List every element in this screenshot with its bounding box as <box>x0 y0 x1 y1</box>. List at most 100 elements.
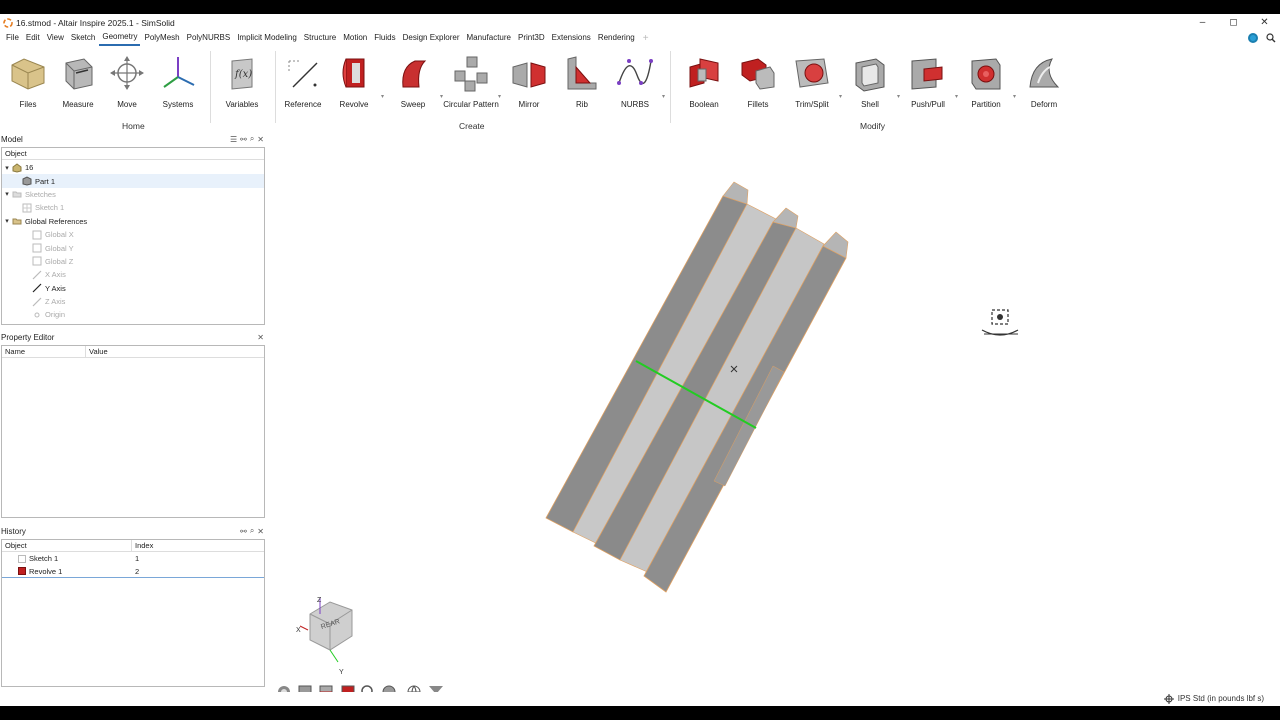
view-cube[interactable]: REAR Z X Y <box>296 597 353 676</box>
svg-text:f(x): f(x) <box>234 69 252 80</box>
move-icon <box>110 56 144 90</box>
systems-tool[interactable]: Systems <box>150 53 206 109</box>
history-row[interactable]: Sketch 1 1 <box>2 552 264 565</box>
variables-icon: f(x) <box>231 58 253 90</box>
model-panel-tools: ☰ ⚯ ⌕ ✕ <box>230 132 264 146</box>
model-panel-title: Model <box>1 134 23 144</box>
nurbs-tool[interactable]: NURBS ▾ <box>607 53 665 109</box>
menu-right-tools <box>1248 31 1276 45</box>
fillets-icon <box>741 58 775 90</box>
menu-design-explorer[interactable]: Design Explorer <box>400 31 463 45</box>
history-browser: Object Index Sketch 1 1 Revolve 1 2 <box>1 539 265 687</box>
search-icon[interactable] <box>1266 33 1276 43</box>
menu-implicit-modeling[interactable]: Implicit Modeling <box>234 31 300 45</box>
menu-polymesh[interactable]: PolyMesh <box>141 31 182 45</box>
tree-row-part-1[interactable]: Part 1 <box>2 174 264 188</box>
menu-view[interactable]: View <box>44 31 67 45</box>
menu-structure[interactable]: Structure <box>301 31 339 45</box>
binoculars-icon[interactable]: ⚯ <box>240 527 247 536</box>
z-axis-label: Z <box>317 597 322 604</box>
measure-tool[interactable]: Measure <box>50 53 106 109</box>
tree-row-origin[interactable]: Origin <box>2 308 264 321</box>
axis-icon <box>32 297 42 307</box>
model-browser: Object ▾ 16 Part 1 ▾ Sketches Sketch 1 ▾… <box>1 147 265 325</box>
close-icon[interactable]: ✕ <box>257 135 264 144</box>
menu-edit[interactable]: Edit <box>23 31 43 45</box>
app-window: 16.stmod - Altair Inspire 2025.1 - SimSo… <box>0 14 1280 706</box>
mirror-tool[interactable]: Mirror <box>501 53 557 109</box>
minimize-button[interactable]: – <box>1187 14 1218 31</box>
search-icon[interactable]: ⌕ <box>250 134 254 144</box>
rib-tool[interactable]: Rib <box>554 53 610 109</box>
menu-polynurbs[interactable]: PolyNURBS <box>184 31 234 45</box>
push-pull-icon <box>911 58 943 90</box>
folder-icon <box>12 191 22 198</box>
reference-icon <box>288 60 318 88</box>
tree-row-global-references[interactable]: ▾ Global References <box>2 215 264 228</box>
variables-tool[interactable]: f(x) Variables <box>214 53 270 109</box>
folder-icon <box>12 218 22 225</box>
tree-row-global-z[interactable]: Global Z <box>2 255 264 268</box>
snap-icon[interactable] <box>1164 694 1174 704</box>
partition-tool[interactable]: Partition ▾ <box>958 53 1016 109</box>
trim-split-tool[interactable]: Trim/Split ▾ <box>784 53 842 109</box>
expand-arrow-icon[interactable]: ▾ <box>2 164 12 172</box>
menu-fluids[interactable]: Fluids <box>371 31 398 45</box>
tree-row-sketch-1[interactable]: Sketch 1 <box>2 201 264 214</box>
menu-rendering[interactable]: Rendering <box>595 31 638 45</box>
revolve-dropdown-icon[interactable]: ▾ <box>381 93 384 100</box>
tree-row-x-axis[interactable]: X Axis <box>2 268 264 281</box>
add-tab-icon[interactable]: + <box>643 33 649 44</box>
trim-split-icon <box>795 58 829 88</box>
search-icon[interactable]: ⌕ <box>250 526 254 536</box>
menu-print3d[interactable]: Print3D <box>515 31 548 45</box>
expand-arrow-icon[interactable]: ▾ <box>2 190 12 198</box>
fillets-tool[interactable]: Fillets <box>730 53 786 109</box>
boolean-icon <box>689 58 719 88</box>
history-row[interactable]: Revolve 1 2 <box>2 565 264 578</box>
tree-row-sketches[interactable]: ▾ Sketches <box>2 188 264 201</box>
files-tool[interactable]: Files <box>0 53 56 109</box>
menu-file[interactable]: File <box>3 31 22 45</box>
menu-geometry[interactable]: Geometry <box>99 30 141 46</box>
list-icon[interactable]: ☰ <box>230 135 237 144</box>
axis-icon <box>32 283 42 293</box>
circular-pattern-tool[interactable]: Circular Pattern ▾ <box>443 53 501 109</box>
plane-icon <box>32 256 42 266</box>
pulley-model[interactable]: REAR Z X Y <box>268 136 1280 706</box>
cursor-icon <box>981 309 1019 336</box>
revolve-tool[interactable]: Revolve ▾ <box>326 53 384 109</box>
expand-arrow-icon[interactable]: ▾ <box>2 217 12 225</box>
menu-sketch[interactable]: Sketch <box>68 31 98 45</box>
tree-row-y-axis[interactable]: Y Axis <box>2 282 264 295</box>
unit-system[interactable]: IPS Std (in pounds lbf s) <box>1178 694 1264 703</box>
binoculars-icon[interactable]: ⚯ <box>240 135 247 144</box>
sweep-tool[interactable]: Sweep ▾ <box>385 53 443 109</box>
tree-row-global-x[interactable]: Global X <box>2 228 264 241</box>
deform-icon <box>1029 58 1060 88</box>
coordinate-system-icon <box>163 57 195 88</box>
account-icon[interactable] <box>1248 33 1258 43</box>
close-icon[interactable]: ✕ <box>257 333 264 342</box>
window-controls: – ◻ ✕ <box>1187 14 1280 31</box>
reference-tool[interactable]: Reference <box>275 53 331 109</box>
maximize-button[interactable]: ◻ <box>1218 14 1249 31</box>
tree-row-z-axis[interactable]: Z Axis <box>2 295 264 308</box>
nurbs-dropdown-icon[interactable]: ▾ <box>662 93 665 100</box>
ribbon: Files Measure Move Systems Home f(x) Var… <box>0 45 1280 131</box>
move-tool[interactable]: Move <box>99 53 155 109</box>
y-axis-label: Y <box>339 669 344 676</box>
3d-viewport[interactable]: REAR Z X Y <box>268 136 1280 706</box>
tree-row-global-y[interactable]: Global Y <box>2 241 264 254</box>
menu-manufacture[interactable]: Manufacture <box>464 31 514 45</box>
deform-tool[interactable]: Deform <box>1016 53 1072 109</box>
close-button[interactable]: ✕ <box>1249 14 1280 31</box>
menu-motion[interactable]: Motion <box>340 31 370 45</box>
boolean-tool[interactable]: Boolean <box>676 53 732 109</box>
shell-tool[interactable]: Shell ▾ <box>842 53 900 109</box>
plane-icon <box>32 230 42 240</box>
close-icon[interactable]: ✕ <box>257 527 264 536</box>
menu-extensions[interactable]: Extensions <box>549 31 594 45</box>
tree-row-16[interactable]: ▾ 16 <box>2 161 264 174</box>
push-pull-tool[interactable]: Push/Pull ▾ <box>900 53 958 109</box>
